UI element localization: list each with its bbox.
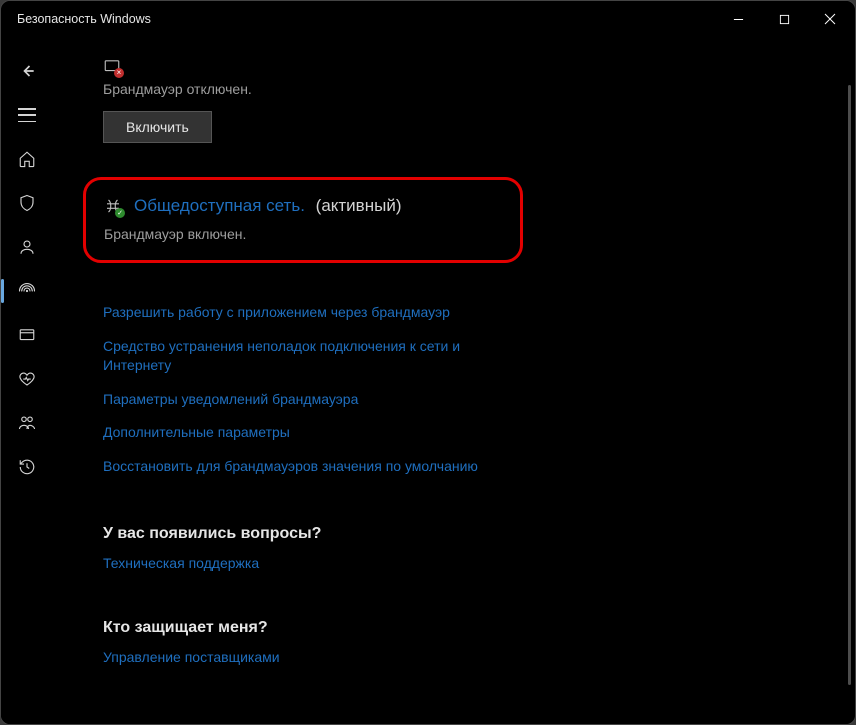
link-support[interactable]: Техническая поддержка (103, 555, 663, 571)
link-allow-app[interactable]: Разрешить работу с приложением через бра… (103, 303, 523, 323)
private-network-block: Брандмауэр отключен. Включить (103, 57, 663, 143)
family-icon (18, 414, 36, 432)
sidebar-item-app-browser[interactable] (1, 313, 53, 357)
protection-heading: Кто защищает меня? (103, 619, 663, 637)
sidebar-item-family[interactable] (1, 401, 53, 445)
sidebar-item-firewall[interactable] (1, 269, 53, 313)
public-network-title: Общедоступная сеть. (активный) (134, 196, 401, 216)
link-restore-defaults[interactable]: Восстановить для брандмауэров значения п… (103, 457, 523, 477)
public-network-highlight: Общедоступная сеть. (активный) Брандмауэ… (83, 177, 523, 263)
status-badge-ok-icon (115, 208, 125, 218)
link-manage-providers[interactable]: Управление поставщиками (103, 649, 663, 665)
heart-health-icon (18, 370, 36, 388)
sidebar-item-protection[interactable] (1, 181, 53, 225)
sidebar-item-home[interactable] (1, 137, 53, 181)
questions-heading: У вас появились вопросы? (103, 525, 663, 543)
window-controls (715, 1, 853, 37)
main-content: Брандмауэр отключен. Включить Общедоступ… (53, 37, 855, 724)
sidebar-item-account[interactable] (1, 225, 53, 269)
title-bar: Безопасность Windows (1, 1, 855, 37)
public-network-status: Брандмауэр включен. (104, 226, 502, 242)
account-icon (18, 238, 36, 256)
public-network-link[interactable]: Общедоступная сеть. (134, 196, 305, 215)
status-badge-error-icon (114, 68, 124, 78)
protection-section: Кто защищает меня? Управление поставщика… (103, 619, 663, 665)
public-network-icon (104, 197, 122, 215)
hamburger-icon (18, 108, 36, 122)
sidebar (1, 37, 53, 724)
sidebar-item-device-health[interactable] (1, 357, 53, 401)
link-troubleshoot[interactable]: Средство устранения неполадок подключени… (103, 337, 523, 376)
close-button[interactable] (807, 1, 853, 37)
private-network-icon (103, 57, 121, 75)
firewall-icon (18, 282, 36, 300)
shield-icon (18, 194, 36, 212)
app-browser-icon (18, 326, 36, 344)
menu-button[interactable] (1, 93, 53, 137)
firewall-links: Разрешить работу с приложением через бра… (103, 303, 663, 477)
back-button[interactable] (1, 49, 53, 93)
enable-firewall-button[interactable]: Включить (103, 111, 212, 143)
questions-section: У вас появились вопросы? Техническая под… (103, 525, 663, 571)
sidebar-item-history[interactable] (1, 445, 53, 489)
scrollbar[interactable] (848, 85, 851, 685)
link-advanced[interactable]: Дополнительные параметры (103, 423, 523, 443)
history-icon (18, 458, 36, 476)
window-title: Безопасность Windows (17, 12, 715, 26)
private-network-status: Брандмауэр отключен. (103, 81, 663, 97)
public-network-active-label: (активный) (316, 196, 402, 215)
maximize-button[interactable] (761, 1, 807, 37)
link-notifications[interactable]: Параметры уведомлений брандмауэра (103, 390, 523, 410)
minimize-button[interactable] (715, 1, 761, 37)
home-icon (18, 150, 36, 168)
